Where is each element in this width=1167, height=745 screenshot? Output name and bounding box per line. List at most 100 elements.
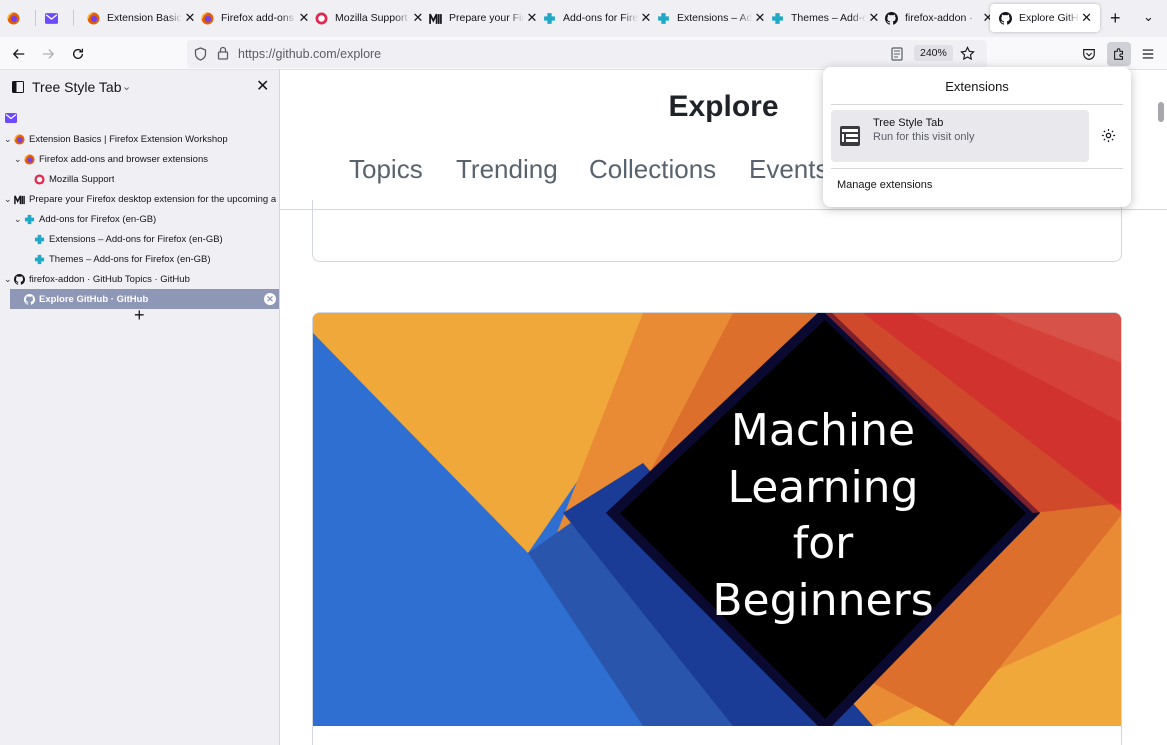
hamburger-menu-icon — [1142, 49, 1154, 59]
tree-tab-item[interactable]: ⌄ Extension Basics | Firefox Extension Wo… — [4, 129, 279, 149]
sidebar-switcher-chevron-icon[interactable]: ⌄ — [122, 80, 131, 93]
addons-icon — [34, 234, 45, 245]
extension-item-tree-style-tab[interactable]: Tree Style Tab Run for this visit only — [831, 110, 1089, 162]
tab-5[interactable]: Prepare your Fir ✕ — [428, 4, 538, 32]
pocket-button[interactable] — [1078, 43, 1100, 65]
close-tab-icon[interactable]: ✕ — [264, 293, 276, 305]
close-tab-icon[interactable]: ✕ — [640, 10, 652, 26]
close-tab-icon[interactable]: ✕ — [1081, 10, 1092, 26]
subnav-collections[interactable]: Collections — [589, 154, 716, 185]
reload-icon — [72, 48, 84, 59]
tab-6[interactable]: Add-ons for Fire ✕ — [542, 4, 652, 32]
close-tab-icon[interactable]: ✕ — [412, 10, 424, 26]
tab-3[interactable]: Firefox add-ons ✕ — [200, 4, 310, 32]
collapse-twisty-icon[interactable]: ⌄ — [4, 134, 14, 145]
tree-tab-label: firefox-addon · GitHub Topics · GitHub — [29, 273, 190, 285]
tab-title: Extension Basics — [107, 12, 182, 24]
tab-8[interactable]: Themes – Add-o ✕ — [770, 4, 880, 32]
tab-title: firefox-addon · — [905, 12, 973, 24]
banner-line-1: Machine — [731, 405, 915, 456]
tab-0[interactable] — [6, 4, 27, 32]
mdn-icon — [14, 194, 25, 205]
pinned-tab-proton-mail[interactable] — [5, 110, 17, 123]
extension-name: Tree Style Tab — [873, 117, 944, 129]
addons-icon — [34, 254, 45, 265]
shield-icon[interactable] — [194, 47, 207, 61]
collection-card-image[interactable]: Machine Learning for Beginners — [312, 312, 1122, 745]
extension-settings-button[interactable] — [1101, 128, 1116, 148]
tab-7[interactable]: Extensions – Ad ✕ — [656, 4, 766, 32]
subnav-topics[interactable]: Topics — [349, 154, 423, 185]
close-tab-icon[interactable]: ✕ — [526, 10, 538, 26]
collapse-twisty-icon[interactable]: ⌄ — [4, 274, 14, 285]
proton-mail-icon — [44, 11, 58, 25]
tree-tab-item[interactable]: Extensions – Add-ons for Firefox (en-GB) — [24, 229, 279, 249]
back-button[interactable] — [8, 43, 30, 65]
collapse-twisty-icon[interactable]: ⌄ — [14, 154, 24, 165]
tab-title: Firefox add-ons — [221, 12, 294, 24]
collapse-twisty-icon[interactable]: ⌄ — [4, 194, 14, 205]
sidebar-header: Tree Style Tab ⌄ ✕ — [0, 70, 280, 104]
tab-9[interactable]: firefox-addon · ✕ — [884, 4, 994, 32]
nav-bar: https://github.com/explore 240% — [0, 37, 1167, 70]
subnav-events[interactable]: Events — [749, 154, 829, 185]
banner-line-3: for — [793, 518, 854, 569]
addons-icon — [24, 214, 35, 225]
close-tab-icon[interactable]: ✕ — [298, 10, 310, 26]
sidebar-new-tab-button[interactable]: + — [134, 305, 145, 326]
tree-tab-item[interactable]: Themes – Add-ons for Firefox (en-GB) — [24, 249, 279, 269]
page-scrollbar-thumb[interactable] — [1158, 102, 1164, 122]
tree-tab-item[interactable]: ⌄ Firefox add-ons and browser extensions — [14, 149, 279, 169]
tree-style-tab-sidebar: Tree Style Tab ⌄ ✕ ⌄ Extension Basics | F… — [0, 70, 280, 745]
tab-1[interactable] — [44, 4, 65, 32]
close-tab-icon[interactable]: ✕ — [754, 10, 766, 26]
bookmark-star-icon[interactable] — [960, 46, 975, 61]
reader-view-icon[interactable] — [891, 47, 903, 61]
menu-button[interactable] — [1137, 43, 1159, 65]
tree-tab-item[interactable]: ⌄ Add-ons for Firefox (en-GB) — [14, 209, 279, 229]
tree-tab-label: Extension Basics | Firefox Extension Wor… — [29, 133, 228, 145]
forward-button[interactable] — [37, 43, 59, 65]
github-icon — [884, 11, 898, 25]
tab-separator — [73, 10, 74, 26]
reload-button[interactable] — [67, 43, 89, 65]
tab-4[interactable]: Mozilla Support ✕ — [314, 4, 424, 32]
url-bar[interactable]: https://github.com/explore 240% — [187, 40, 987, 68]
tree-style-tab-icon — [840, 126, 860, 146]
mozilla-support-icon — [34, 173, 45, 185]
firefox-icon — [6, 11, 20, 25]
tree-tab-item[interactable]: ⌄ firefox-addon · GitHub Topics · GitHub — [4, 269, 279, 289]
github-icon — [998, 11, 1012, 25]
gear-icon — [1101, 128, 1116, 143]
github-icon — [24, 293, 35, 305]
tab-title: Extensions – Ad — [677, 12, 752, 24]
collapse-twisty-icon[interactable]: ⌄ — [14, 214, 24, 225]
lock-icon[interactable] — [217, 46, 229, 60]
banner-line-2: Learning — [727, 462, 918, 513]
mozilla-support-icon — [314, 11, 328, 25]
tree-tab-label: Mozilla Support — [49, 173, 115, 185]
sidebar-title[interactable]: Tree Style Tab — [32, 79, 122, 95]
zoom-level[interactable]: 240% — [914, 45, 953, 61]
addons-icon — [542, 11, 556, 25]
firefox-icon — [200, 11, 214, 25]
tree-tab-label: Prepare your Firefox desktop extension f… — [29, 193, 277, 205]
close-sidebar-icon[interactable]: ✕ — [256, 76, 269, 96]
firefox-icon — [24, 153, 35, 165]
close-tab-icon[interactable]: ✕ — [184, 10, 196, 26]
close-tab-icon[interactable]: ✕ — [868, 10, 880, 26]
panel-divider — [831, 104, 1123, 105]
tree-tab-item[interactable]: ⌄ Prepare your Firefox desktop extension … — [4, 189, 279, 209]
list-all-tabs-icon[interactable]: ⌄ — [1143, 9, 1154, 25]
extensions-panel-title: Extensions — [945, 79, 1009, 94]
sidebar-icon — [12, 81, 24, 93]
extensions-button[interactable] — [1107, 42, 1131, 66]
manage-extensions-link[interactable]: Manage extensions — [837, 179, 932, 191]
tab-explore-github[interactable]: Explore GitHub ✕ — [990, 4, 1100, 32]
tree-tab-item[interactable]: Mozilla Support — [24, 169, 279, 189]
new-tab-button[interactable]: + — [1110, 8, 1121, 29]
tab-2[interactable]: Extension Basics ✕ — [86, 4, 196, 32]
addons-icon — [770, 11, 784, 25]
subnav-trending[interactable]: Trending — [456, 154, 558, 185]
content-card — [312, 200, 1122, 262]
